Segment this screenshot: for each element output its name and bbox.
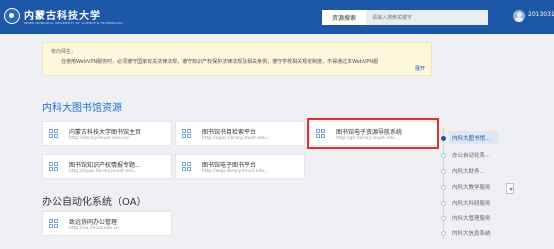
side-nav-item-finance[interactable]: 内科大财务... — [440, 166, 510, 176]
nav-dot-icon — [441, 136, 446, 141]
side-nav-label: 内科大信息系统 — [452, 231, 491, 237]
user-name[interactable]: 2013031 — [528, 11, 554, 18]
resource-card-oa[interactable]: 致远协同办公管理 http://oa.imust.edu.cn — [42, 211, 172, 236]
resource-card-library-home[interactable]: 内蒙古科技大学图书馆主页 http://library.imust.edu.cn… — [42, 121, 172, 146]
resource-card-ebook-platform[interactable]: 图书馆电子图书平台 http://wap.library.imust.edu..… — [175, 154, 305, 179]
nav-dot-icon — [441, 153, 446, 158]
card-title: 内蒙古科技大学图书馆主页 — [69, 129, 142, 136]
notice-expand-link[interactable]: 展开 — [415, 65, 425, 72]
side-nav-label: 内科大科研服务 — [452, 201, 491, 207]
card-url: http://sipac.library.imust.edu... — [69, 169, 138, 174]
user-avatar-icon[interactable] — [513, 10, 525, 22]
university-name[interactable]: 内蒙古科技大学 — [24, 7, 101, 22]
side-nav-item-library[interactable]: 内科大图书馆... — [440, 131, 510, 144]
university-english-name: INNER MONGOLIA UNIVERSITY OF SCIENCE & T… — [24, 21, 124, 25]
vpn-notice: 校内师生： 在使用WebVPN服务时，必须遵守国家有关法律法规，遵守知识产权保护… — [42, 42, 432, 76]
card-url: http://oa.imust.edu.cn — [69, 226, 119, 231]
nav-dot-icon — [441, 201, 446, 206]
grid-icon — [182, 162, 192, 172]
resource-card-opac[interactable]: 图书馆书目检索平台 http://opac.library.imust.edu.… — [175, 121, 305, 146]
nav-dot-icon — [441, 216, 446, 221]
nav-dot-icon — [441, 169, 446, 174]
card-title: 图书馆书目检索平台 — [202, 129, 257, 136]
card-url: http://wap.library.imust.edu... — [202, 169, 269, 174]
search-bar: 资源搜索 — [322, 10, 488, 25]
side-nav-item-oa[interactable]: 办公自动化系... — [440, 150, 510, 160]
oa-section-title: 办公自动化系统（OA） — [42, 197, 147, 208]
nav-dot-icon — [441, 231, 446, 236]
grid-icon — [49, 129, 59, 139]
grid-icon — [49, 162, 59, 172]
notice-text: 在使用WebVPN服务时，必须遵守国家有关法律法规，遵守知识产权保护法律法规及相… — [61, 59, 379, 65]
resource-card-ip-intelligence[interactable]: 图书馆知识产权情报专题... http://sipac.library.imus… — [42, 154, 172, 179]
search-input[interactable] — [366, 10, 488, 25]
side-nav-label: 内科大管理服务 — [452, 216, 491, 222]
side-nav-label: 办公自动化系... — [452, 153, 491, 159]
side-nav-label: 内科大教学服务 — [452, 185, 491, 191]
grid-icon — [49, 219, 59, 229]
grid-icon — [182, 129, 192, 139]
top-header: 内蒙古科技大学 INNER MONGOLIA UNIVERSITY OF SCI… — [0, 0, 554, 34]
notice-greeting: 校内师生： — [51, 49, 77, 55]
side-nav-item-info-systems[interactable]: 内科大信息系统 — [440, 228, 510, 238]
side-nav-item-management[interactable]: 内科大管理服务 — [440, 213, 510, 223]
resource-search-button[interactable]: 资源搜索 — [322, 10, 366, 25]
side-nav-label: 内科大图书馆... — [452, 136, 491, 142]
university-logo-icon[interactable] — [4, 8, 20, 24]
highlight-annotation-box — [307, 118, 439, 149]
card-title: 致远协同办公管理 — [69, 219, 118, 226]
library-section-title: 内科大图书馆资源 — [42, 103, 122, 114]
side-nav-label: 内科大财务... — [452, 169, 485, 175]
side-nav-item-research[interactable]: 内科大科研服务 — [440, 198, 510, 208]
card-title: 图书馆电子图书平台 — [202, 162, 257, 169]
card-title: 图书馆知识产权情报专题... — [69, 162, 141, 169]
card-url: http://library.imust.edu.cn/ — [69, 136, 129, 141]
card-url: http://opac.library.imust.edu... — [202, 136, 271, 141]
nav-collapse-toggle-icon[interactable] — [506, 183, 514, 194]
side-nav-item-teaching[interactable]: 内科大教学服务 — [440, 182, 510, 192]
nav-dot-icon — [441, 185, 446, 190]
